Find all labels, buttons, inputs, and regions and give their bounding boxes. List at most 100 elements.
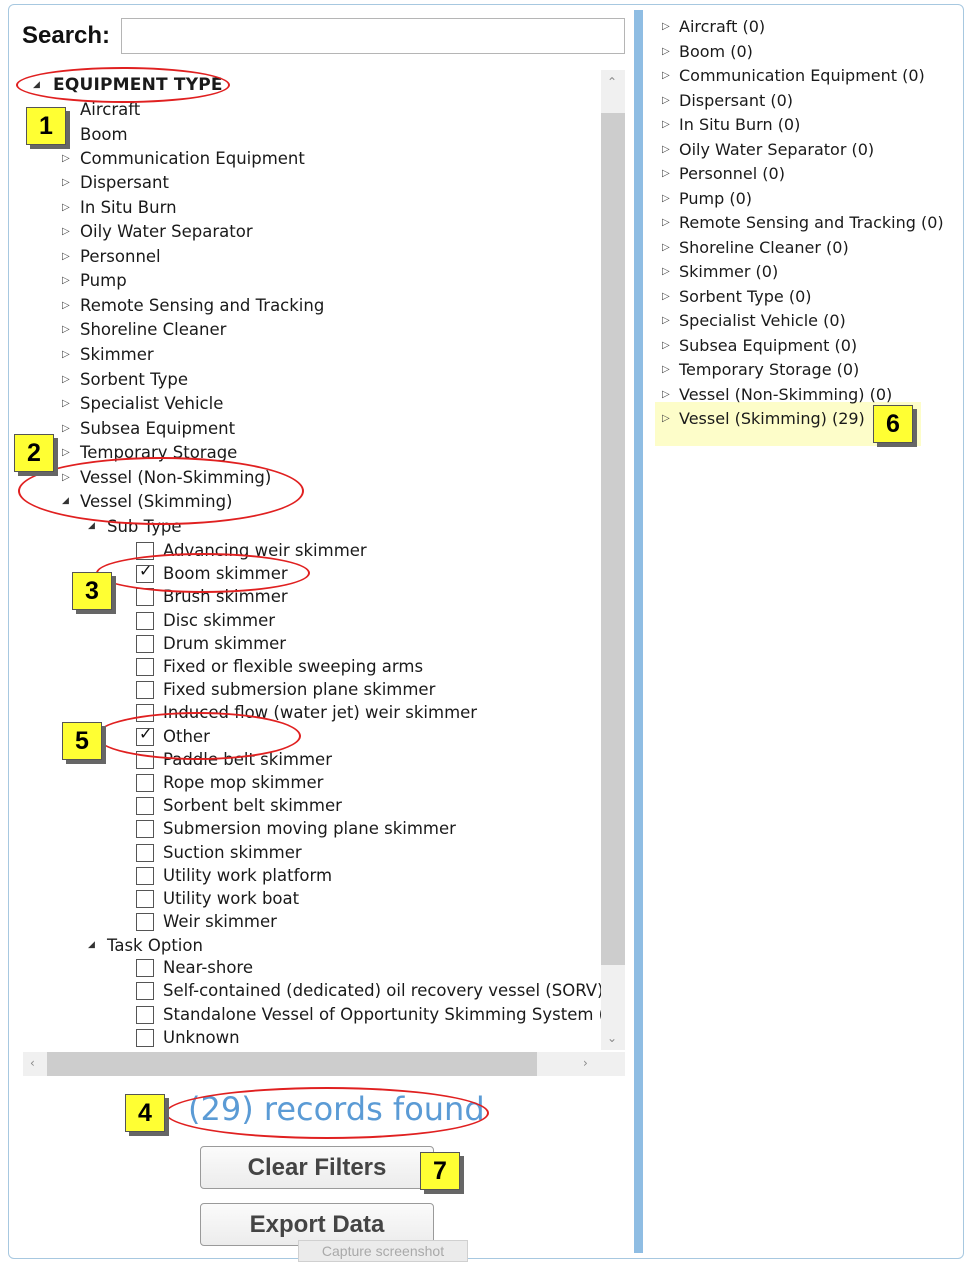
filter-option-label[interactable]: Fixed or flexible sweeping arms: [163, 657, 423, 677]
result-item[interactable]: Sorbent Type (0): [679, 287, 812, 307]
expand-triangle-icon[interactable]: ▷: [662, 389, 670, 400]
result-item[interactable]: Shoreline Cleaner (0): [679, 238, 849, 258]
tree-group-task-option[interactable]: Task Option: [107, 936, 203, 956]
expand-triangle-icon[interactable]: ▷: [662, 22, 670, 32]
clear-filters-button[interactable]: Clear Filters: [200, 1146, 434, 1189]
filter-checkbox[interactable]: [136, 634, 154, 653]
filter-checkbox[interactable]: [136, 843, 154, 862]
tree-item-category[interactable]: Boom: [80, 125, 128, 145]
tree-item-category[interactable]: Communication Equipment: [80, 149, 305, 169]
panel-splitter[interactable]: [634, 10, 643, 1253]
tree-item-category[interactable]: Personnel: [80, 247, 161, 267]
result-item[interactable]: Communication Equipment (0): [679, 66, 925, 86]
filter-checkbox[interactable]: [136, 982, 154, 1001]
expand-triangle-icon[interactable]: ▷: [62, 301, 70, 311]
expand-triangle-icon[interactable]: ▷: [662, 95, 670, 106]
filter-checkbox[interactable]: [136, 681, 154, 700]
expand-triangle-icon[interactable]: ▷: [62, 350, 70, 360]
expand-triangle-icon[interactable]: ▷: [662, 120, 670, 130]
filter-option-label[interactable]: Near-shore: [163, 958, 253, 978]
result-item[interactable]: Dispersant (0): [679, 91, 793, 111]
filter-checkbox[interactable]: [136, 913, 154, 932]
filter-checkbox[interactable]: [136, 1028, 154, 1047]
filter-checkbox[interactable]: [136, 797, 154, 816]
result-item[interactable]: Temporary Storage (0): [679, 360, 859, 380]
tree-item-category[interactable]: Aircraft: [80, 100, 140, 120]
filter-option-label[interactable]: Suction skimmer: [163, 843, 302, 863]
expand-triangle-icon[interactable]: ▷: [62, 448, 70, 458]
expand-triangle-icon[interactable]: ▷: [62, 276, 70, 286]
expand-triangle-icon[interactable]: ▷: [62, 325, 70, 335]
result-item[interactable]: Remote Sensing and Tracking (0): [679, 213, 944, 233]
tree-item-category[interactable]: Pump: [80, 271, 127, 291]
filter-checkbox[interactable]: [136, 1005, 154, 1024]
filter-option-label[interactable]: Submersion moving plane skimmer: [163, 819, 456, 839]
filter-checkbox[interactable]: [136, 820, 154, 839]
tree-item-category[interactable]: Shoreline Cleaner: [80, 320, 226, 340]
expand-triangle-icon[interactable]: ▷: [62, 154, 70, 164]
tree-item-category[interactable]: Sorbent Type: [80, 370, 188, 390]
filter-option-label[interactable]: Sorbent belt skimmer: [163, 796, 342, 816]
vertical-scroll-thumb[interactable]: [601, 113, 625, 965]
expand-triangle-icon[interactable]: ▷: [62, 375, 70, 385]
result-item[interactable]: Vessel (Skimming) (29): [679, 409, 865, 429]
expand-triangle-icon[interactable]: ▷: [662, 340, 670, 351]
expand-triangle-icon[interactable]: ▷: [662, 193, 670, 204]
result-item[interactable]: Aircraft (0): [679, 17, 765, 37]
result-item[interactable]: In Situ Burn (0): [679, 115, 800, 135]
tree-item-category[interactable]: In Situ Burn: [80, 198, 177, 218]
scroll-down-icon[interactable]: ⌄: [607, 1032, 617, 1044]
filter-checkbox[interactable]: [136, 658, 154, 676]
expand-triangle-icon[interactable]: ▷: [662, 144, 670, 155]
search-input[interactable]: [121, 18, 625, 54]
result-item[interactable]: Skimmer (0): [679, 262, 778, 282]
expand-triangle-icon[interactable]: ▷: [62, 399, 70, 409]
expand-triangle-icon[interactable]: ▷: [662, 218, 670, 228]
expand-triangle-icon[interactable]: ▷: [662, 71, 670, 81]
result-item[interactable]: Oily Water Separator (0): [679, 140, 874, 160]
capture-screenshot-button[interactable]: Capture screenshot: [298, 1240, 468, 1262]
expand-triangle-icon[interactable]: ▷: [662, 169, 670, 179]
filter-option-label[interactable]: Weir skimmer: [163, 912, 277, 932]
filter-option-label[interactable]: Drum skimmer: [163, 634, 286, 654]
expand-triangle-icon[interactable]: ▷: [662, 291, 670, 302]
expand-triangle-icon[interactable]: ▷: [662, 365, 670, 375]
tree-item-category[interactable]: Oily Water Separator: [80, 222, 253, 242]
tree-item-category[interactable]: Specialist Vehicle: [80, 394, 223, 414]
filter-option-label[interactable]: Utility work boat: [163, 889, 299, 909]
expand-triangle-icon[interactable]: ▷: [662, 316, 670, 326]
scroll-right-icon[interactable]: ›: [583, 1057, 588, 1069]
expand-triangle-icon[interactable]: ▷: [62, 203, 70, 213]
expand-triangle-icon[interactable]: ▷: [62, 424, 70, 434]
filter-checkbox[interactable]: [136, 588, 154, 607]
filter-checkbox[interactable]: [136, 774, 154, 792]
result-item[interactable]: Pump (0): [679, 189, 752, 209]
result-item[interactable]: Vessel (Non-Skimming) (0): [679, 385, 892, 405]
filter-checkbox[interactable]: [136, 890, 154, 908]
filter-option-label[interactable]: Unknown: [163, 1028, 240, 1048]
expand-triangle-icon[interactable]: ▷: [62, 227, 70, 237]
horizontal-scroll-thumb[interactable]: [47, 1052, 537, 1076]
expand-triangle-icon[interactable]: ▷: [62, 178, 70, 188]
filter-option-label[interactable]: Utility work platform: [163, 866, 332, 886]
filter-checkbox[interactable]: [136, 611, 154, 630]
expand-triangle-icon[interactable]: ▷: [662, 414, 670, 424]
filter-option-label[interactable]: Disc skimmer: [163, 611, 275, 631]
filter-checkbox[interactable]: [136, 959, 154, 977]
expand-triangle-icon[interactable]: ▷: [62, 252, 70, 262]
collapse-triangle-icon[interactable]: ◢: [88, 941, 95, 950]
expand-triangle-icon[interactable]: ▷: [662, 242, 670, 253]
filter-option-label[interactable]: Fixed submersion plane skimmer: [163, 680, 435, 700]
filter-option-label[interactable]: Rope mop skimmer: [163, 773, 323, 793]
expand-triangle-icon[interactable]: ▷: [662, 267, 670, 277]
tree-item-category[interactable]: Subsea Equipment: [80, 419, 235, 439]
tree-item-category[interactable]: Skimmer: [80, 345, 154, 365]
expand-triangle-icon[interactable]: ▷: [662, 46, 670, 57]
scroll-left-icon[interactable]: ‹: [30, 1057, 35, 1069]
collapse-triangle-icon[interactable]: ◢: [88, 522, 95, 531]
result-item[interactable]: Boom (0): [679, 42, 753, 62]
result-item[interactable]: Personnel (0): [679, 164, 785, 184]
tree-item-category[interactable]: Dispersant: [80, 173, 169, 193]
filter-option-label[interactable]: Self-contained (dedicated) oil recovery …: [163, 981, 604, 1001]
filter-checkbox[interactable]: [136, 866, 154, 885]
